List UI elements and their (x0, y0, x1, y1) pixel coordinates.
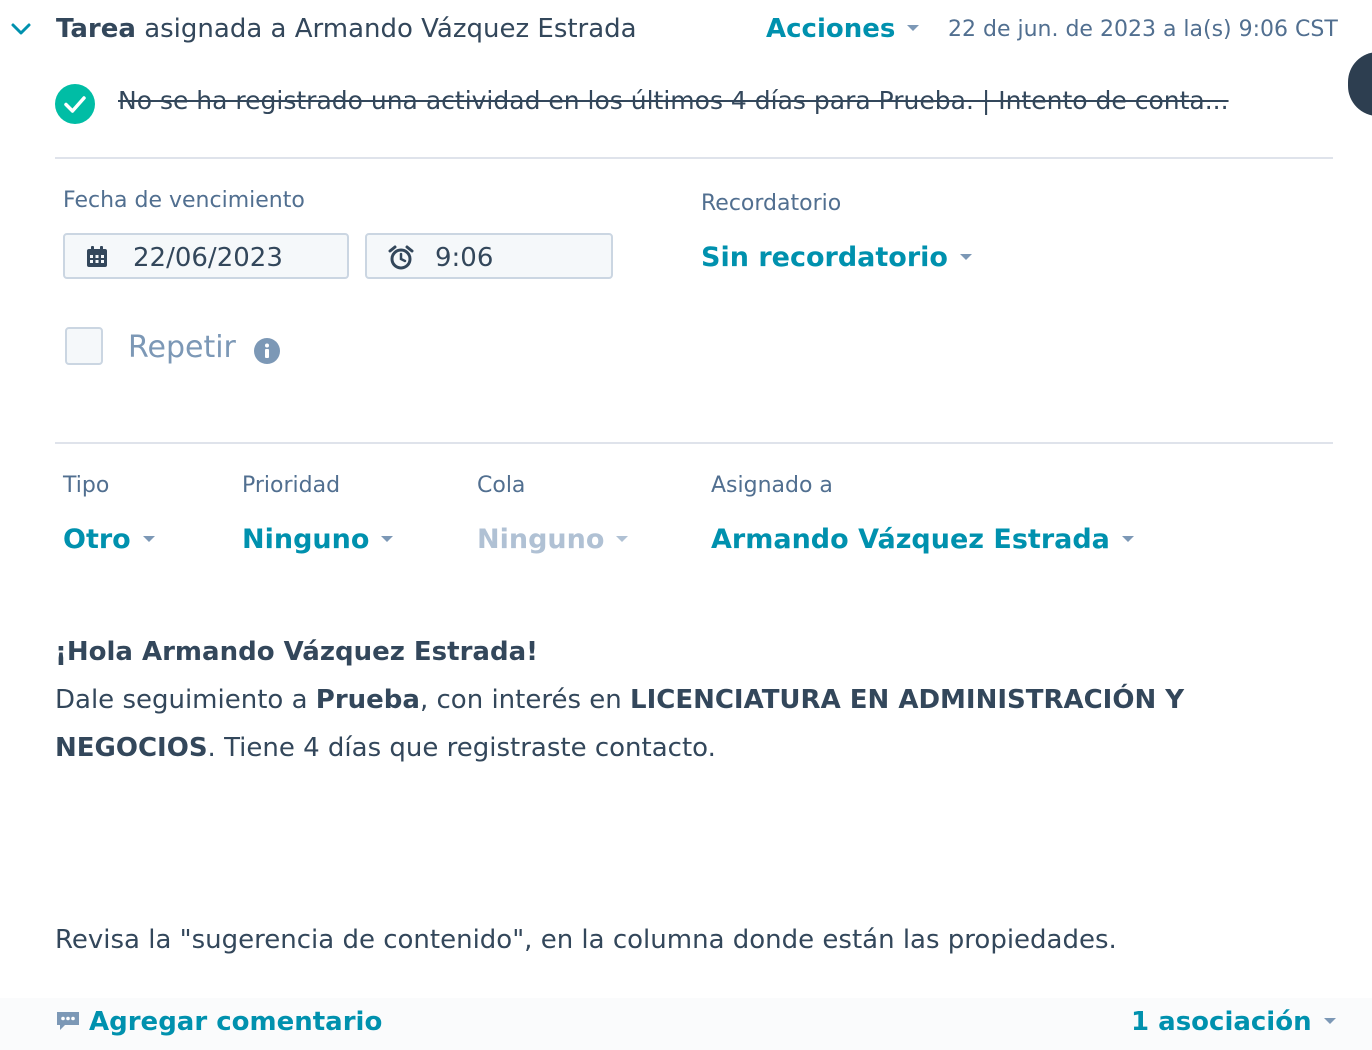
reminder-label: Recordatorio (701, 191, 842, 216)
notes-line-2: NEGOCIOS. Tiene 4 días que registraste c… (55, 733, 716, 763)
due-time-value: 9:06 (435, 243, 494, 273)
associations-label: 1 asociación (1131, 1007, 1312, 1037)
assigned-label: Asignado a (711, 473, 833, 498)
due-date-value: 22/06/2023 (133, 243, 283, 273)
notes-greeting: ¡Hola Armando Vázquez Estrada! (55, 637, 538, 667)
task-header-assignee: asignada a Armando Vázquez Estrada (144, 14, 637, 44)
alarm-clock-icon (388, 245, 414, 270)
task-timestamp: 22 de jun. de 2023 a la(s) 9:06 CST (948, 17, 1338, 42)
repeat-checkbox[interactable] (65, 327, 103, 365)
notes-program-name: NEGOCIOS (55, 733, 208, 763)
task-header-title: Tarea asignada a Armando Vázquez Estrada (56, 14, 637, 44)
associations-dropdown[interactable]: 1 asociación (1131, 1007, 1336, 1037)
add-comment-label: Agregar comentario (89, 1007, 383, 1037)
notes-contact-name: Prueba (315, 685, 420, 715)
task-title[interactable]: No se ha registrado una actividad en los… (118, 86, 1293, 115)
caret-down-icon (1121, 535, 1134, 542)
type-dropdown[interactable]: Otro (63, 524, 155, 555)
assigned-dropdown[interactable]: Armando Vázquez Estrada (711, 524, 1134, 555)
notes-line-3: Revisa la "sugerencia de contenido", en … (55, 925, 1117, 955)
assigned-value: Armando Vázquez Estrada (711, 524, 1110, 555)
queue-value: Ninguno (477, 524, 605, 555)
priority-value: Ninguno (242, 524, 370, 555)
priority-label: Prioridad (242, 473, 341, 498)
caret-down-icon (907, 24, 920, 31)
due-date-label: Fecha de vencimiento (63, 188, 305, 213)
divider (55, 157, 1333, 159)
notes-greeting-text: ¡Hola Armando Vázquez Estrada! (55, 637, 538, 667)
due-time-input[interactable]: 9:06 (365, 233, 613, 279)
info-icon[interactable] (254, 338, 280, 364)
due-date-input[interactable]: 22/06/2023 (63, 233, 349, 279)
caret-down-icon (616, 535, 629, 542)
caret-down-icon (381, 535, 394, 542)
caret-down-icon (142, 535, 155, 542)
calendar-icon (87, 246, 107, 267)
queue-label: Cola (477, 473, 526, 498)
queue-dropdown[interactable]: Ninguno (477, 524, 629, 555)
add-comment-link[interactable]: Agregar comentario (55, 1007, 382, 1037)
reminder-value: Sin recordatorio (701, 242, 948, 273)
task-complete-checkbox[interactable] (55, 84, 95, 124)
notes-text: , con interés en (419, 685, 630, 715)
actions-label: Acciones (766, 14, 896, 44)
caret-down-icon (1323, 1017, 1336, 1024)
collapse-chevron-icon[interactable] (10, 18, 32, 40)
notes-text: . Tiene 4 días que registraste contacto. (207, 733, 716, 763)
divider (55, 442, 1333, 444)
repeat-label: Repetir (128, 330, 236, 365)
check-icon (64, 96, 86, 113)
type-value: Otro (63, 524, 131, 555)
reminder-dropdown[interactable]: Sin recordatorio (701, 242, 972, 273)
priority-dropdown[interactable]: Ninguno (242, 524, 394, 555)
notes-line-1: Dale seguimiento a Prueba, con interés e… (55, 685, 1184, 715)
notes-program-name: LICENCIATURA EN ADMINISTRACIÓN Y (630, 685, 1185, 715)
task-header-type: Tarea (56, 14, 136, 44)
actions-dropdown[interactable]: Acciones (766, 14, 920, 44)
notes-text: Dale seguimiento a (55, 685, 316, 715)
sidebar-toggle-button[interactable] (1348, 52, 1372, 116)
comment-icon (57, 1011, 79, 1030)
caret-down-icon (959, 253, 972, 260)
type-label: Tipo (63, 473, 110, 498)
